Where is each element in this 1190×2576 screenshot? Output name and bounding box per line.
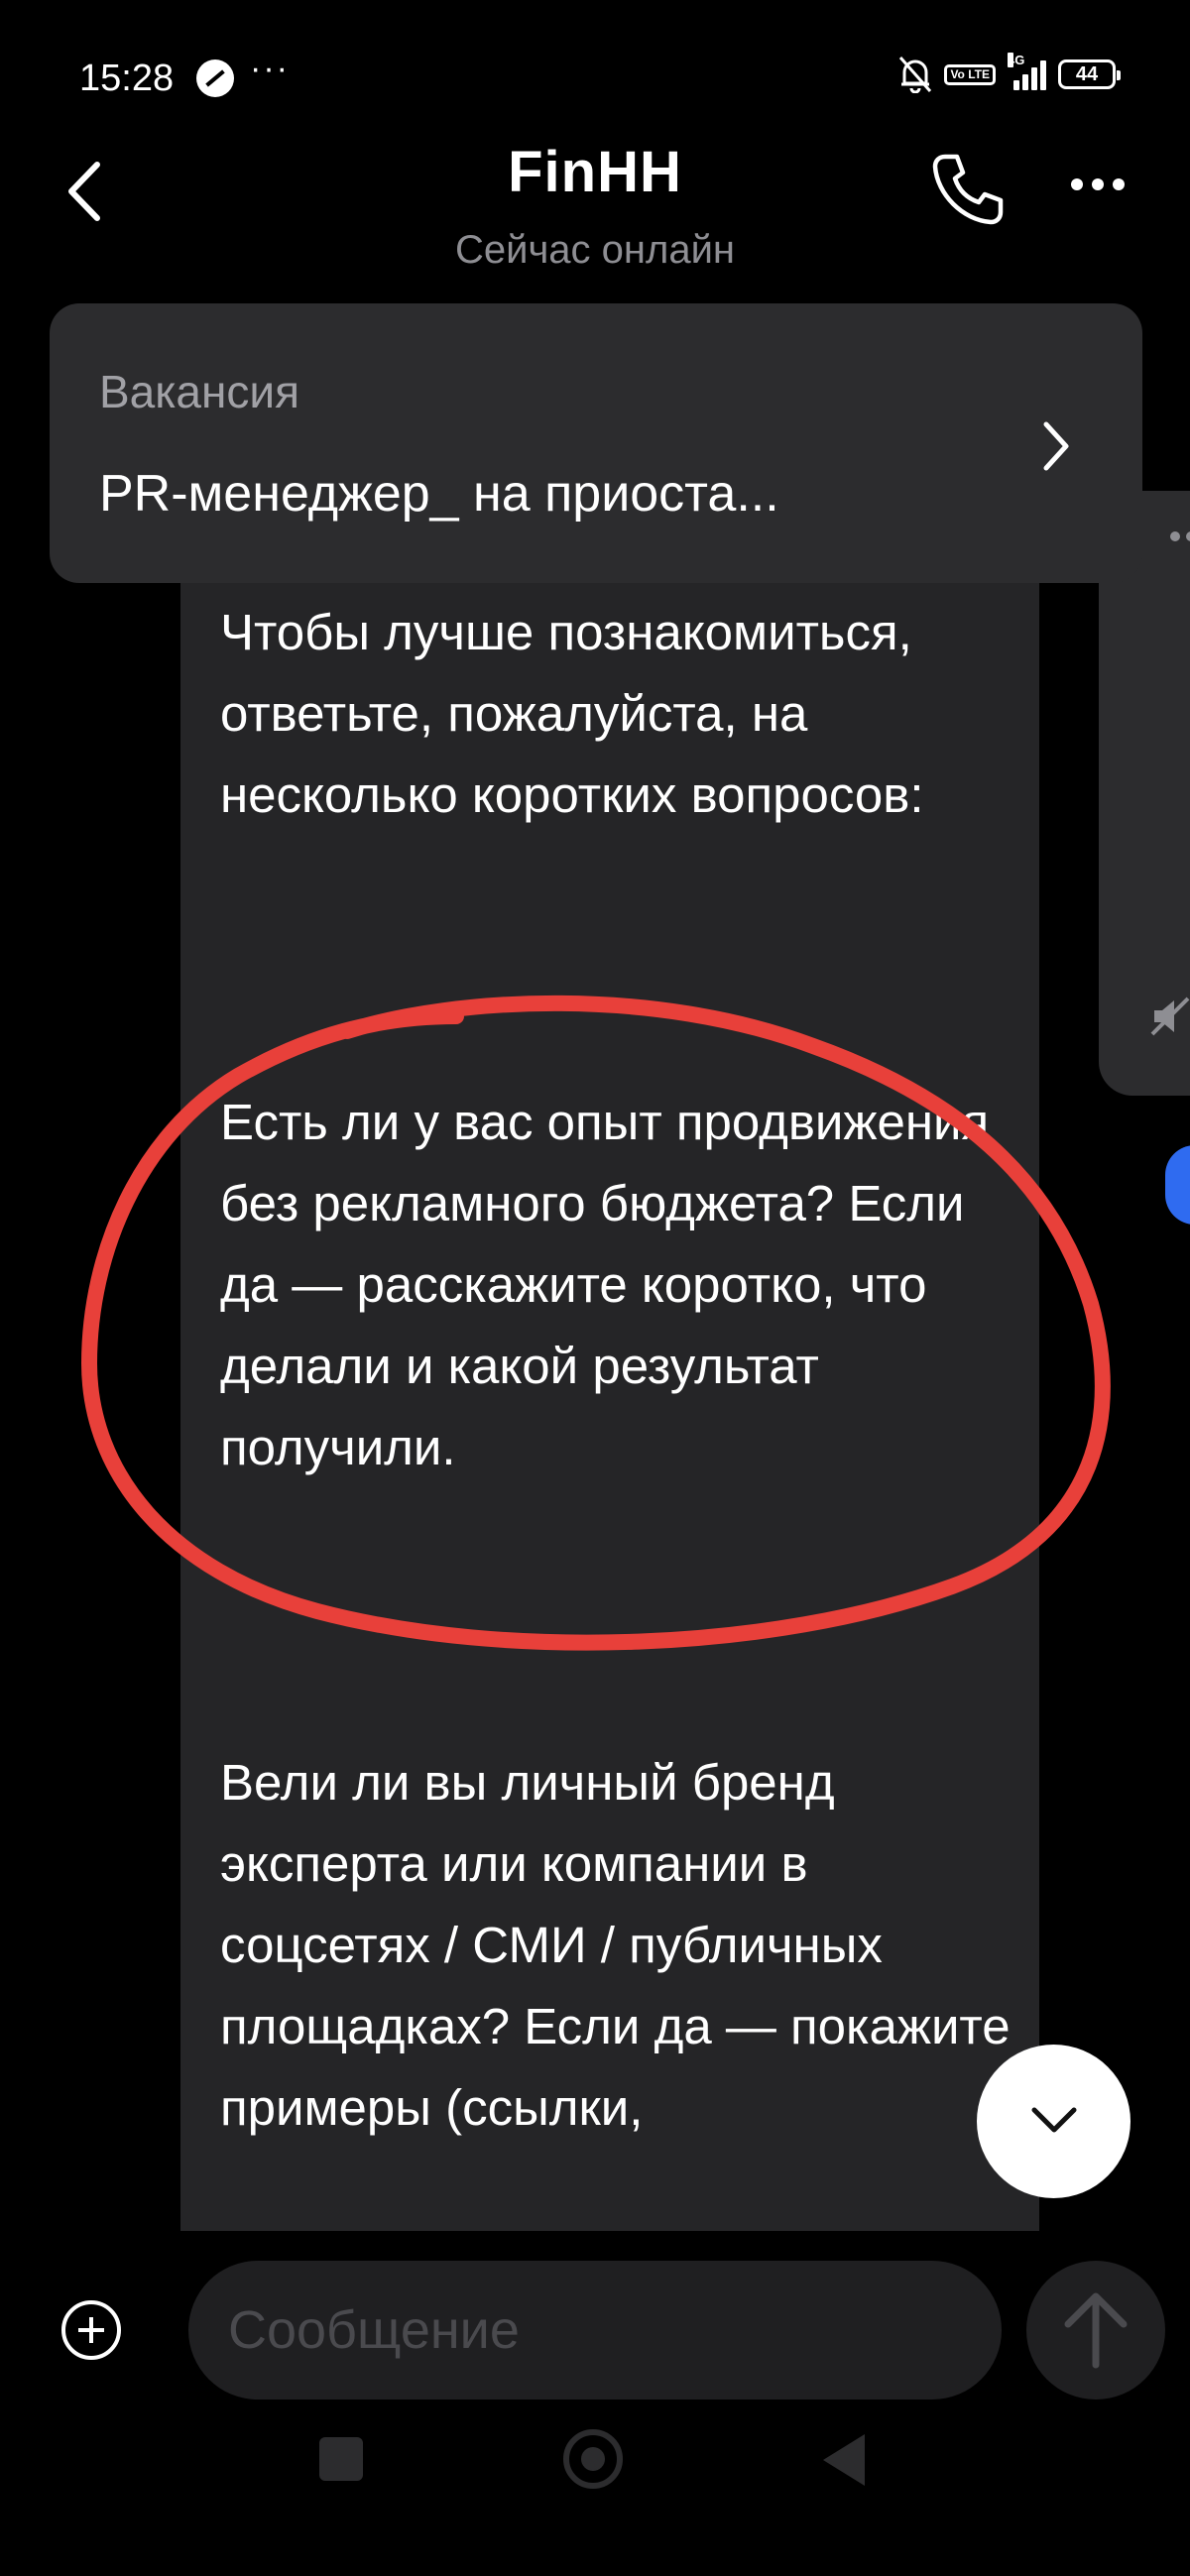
vacancy-label: Вакансия xyxy=(99,366,299,417)
home-button[interactable] xyxy=(563,2429,623,2489)
volte-icon: Vo LTE xyxy=(944,63,996,85)
bell-off-icon xyxy=(898,56,932,94)
online-status: Сейчас онлайн xyxy=(454,228,736,272)
message-paragraph: Вели ли вы личный бренд эксперта или ком… xyxy=(220,1754,1011,2136)
status-time: 15:28 xyxy=(79,58,175,99)
network-type: 4G xyxy=(1008,53,1025,67)
battery-icon: 44 xyxy=(1058,59,1121,89)
message-paragraph: Чтобы лучше познакомиться, ответьте, пож… xyxy=(220,604,924,823)
signal-icon: 4G xyxy=(1008,53,1046,90)
message-input[interactable] xyxy=(188,2261,1002,2400)
arrow-up-icon xyxy=(1064,2292,1128,2369)
unread-indicator xyxy=(1165,1145,1190,1225)
data-saver-icon xyxy=(196,59,234,97)
scroll-down-button[interactable] xyxy=(977,2045,1130,2198)
chevron-right-icon[interactable] xyxy=(1036,416,1076,476)
side-more-icon xyxy=(1170,531,1190,541)
message-paragraph-highlighted: Есть ли у вас опыт продвижения без рекла… xyxy=(220,1094,990,1475)
vacancy-card[interactable] xyxy=(50,303,1142,583)
system-back-button[interactable] xyxy=(823,2434,865,2486)
send-button[interactable] xyxy=(1026,2261,1165,2400)
chat-title: FinHH xyxy=(508,140,682,204)
chevron-down-icon xyxy=(1031,2107,1077,2133)
phone-call-icon[interactable] xyxy=(927,149,1007,228)
recent-apps-button[interactable] xyxy=(319,2437,363,2481)
muted-icon xyxy=(1150,996,1190,1036)
more-options-icon[interactable] xyxy=(1071,178,1125,190)
status-more-icon: ··· xyxy=(250,50,290,87)
add-attachment-button[interactable] xyxy=(61,2300,121,2360)
status-icons: Vo LTE 4G 44 xyxy=(898,53,1121,94)
vacancy-title: PR-менеджер_ на приоста... xyxy=(99,465,779,523)
